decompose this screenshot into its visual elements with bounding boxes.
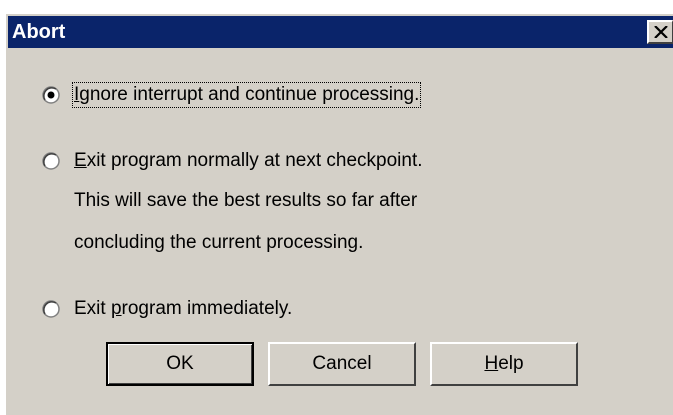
help-access-key: H [484,353,499,374]
option-exit-immediately-label: Exit program immediately. [74,298,293,319]
radio-ignore-interrupt[interactable] [42,86,60,104]
exit-normally-description-line-2: concluding the current processing. [74,232,364,253]
close-icon [654,26,668,38]
cancel-button[interactable]: Cancel [268,342,416,386]
close-button[interactable] [647,20,673,44]
title-bar[interactable]: Abort [8,16,673,48]
radio-selected-dot [47,91,55,99]
help-label-rest: elp [498,353,524,374]
option-ignore-interrupt-label: Ignore interrupt and continue processing… [71,82,422,108]
help-button[interactable]: Help [430,342,578,386]
abort-dialog: Abort Ignore interrupt and continue proc… [4,12,673,415]
dialog-title: Abort [12,21,66,43]
radio-exit-normally[interactable] [42,152,60,170]
radio-exit-immediately[interactable] [42,300,60,318]
exit-normally-description-line-1: This will save the best results so far a… [74,190,418,211]
ok-button[interactable]: OK [106,342,254,386]
option-exit-normally-label: Exit program normally at next checkpoint… [74,150,423,171]
